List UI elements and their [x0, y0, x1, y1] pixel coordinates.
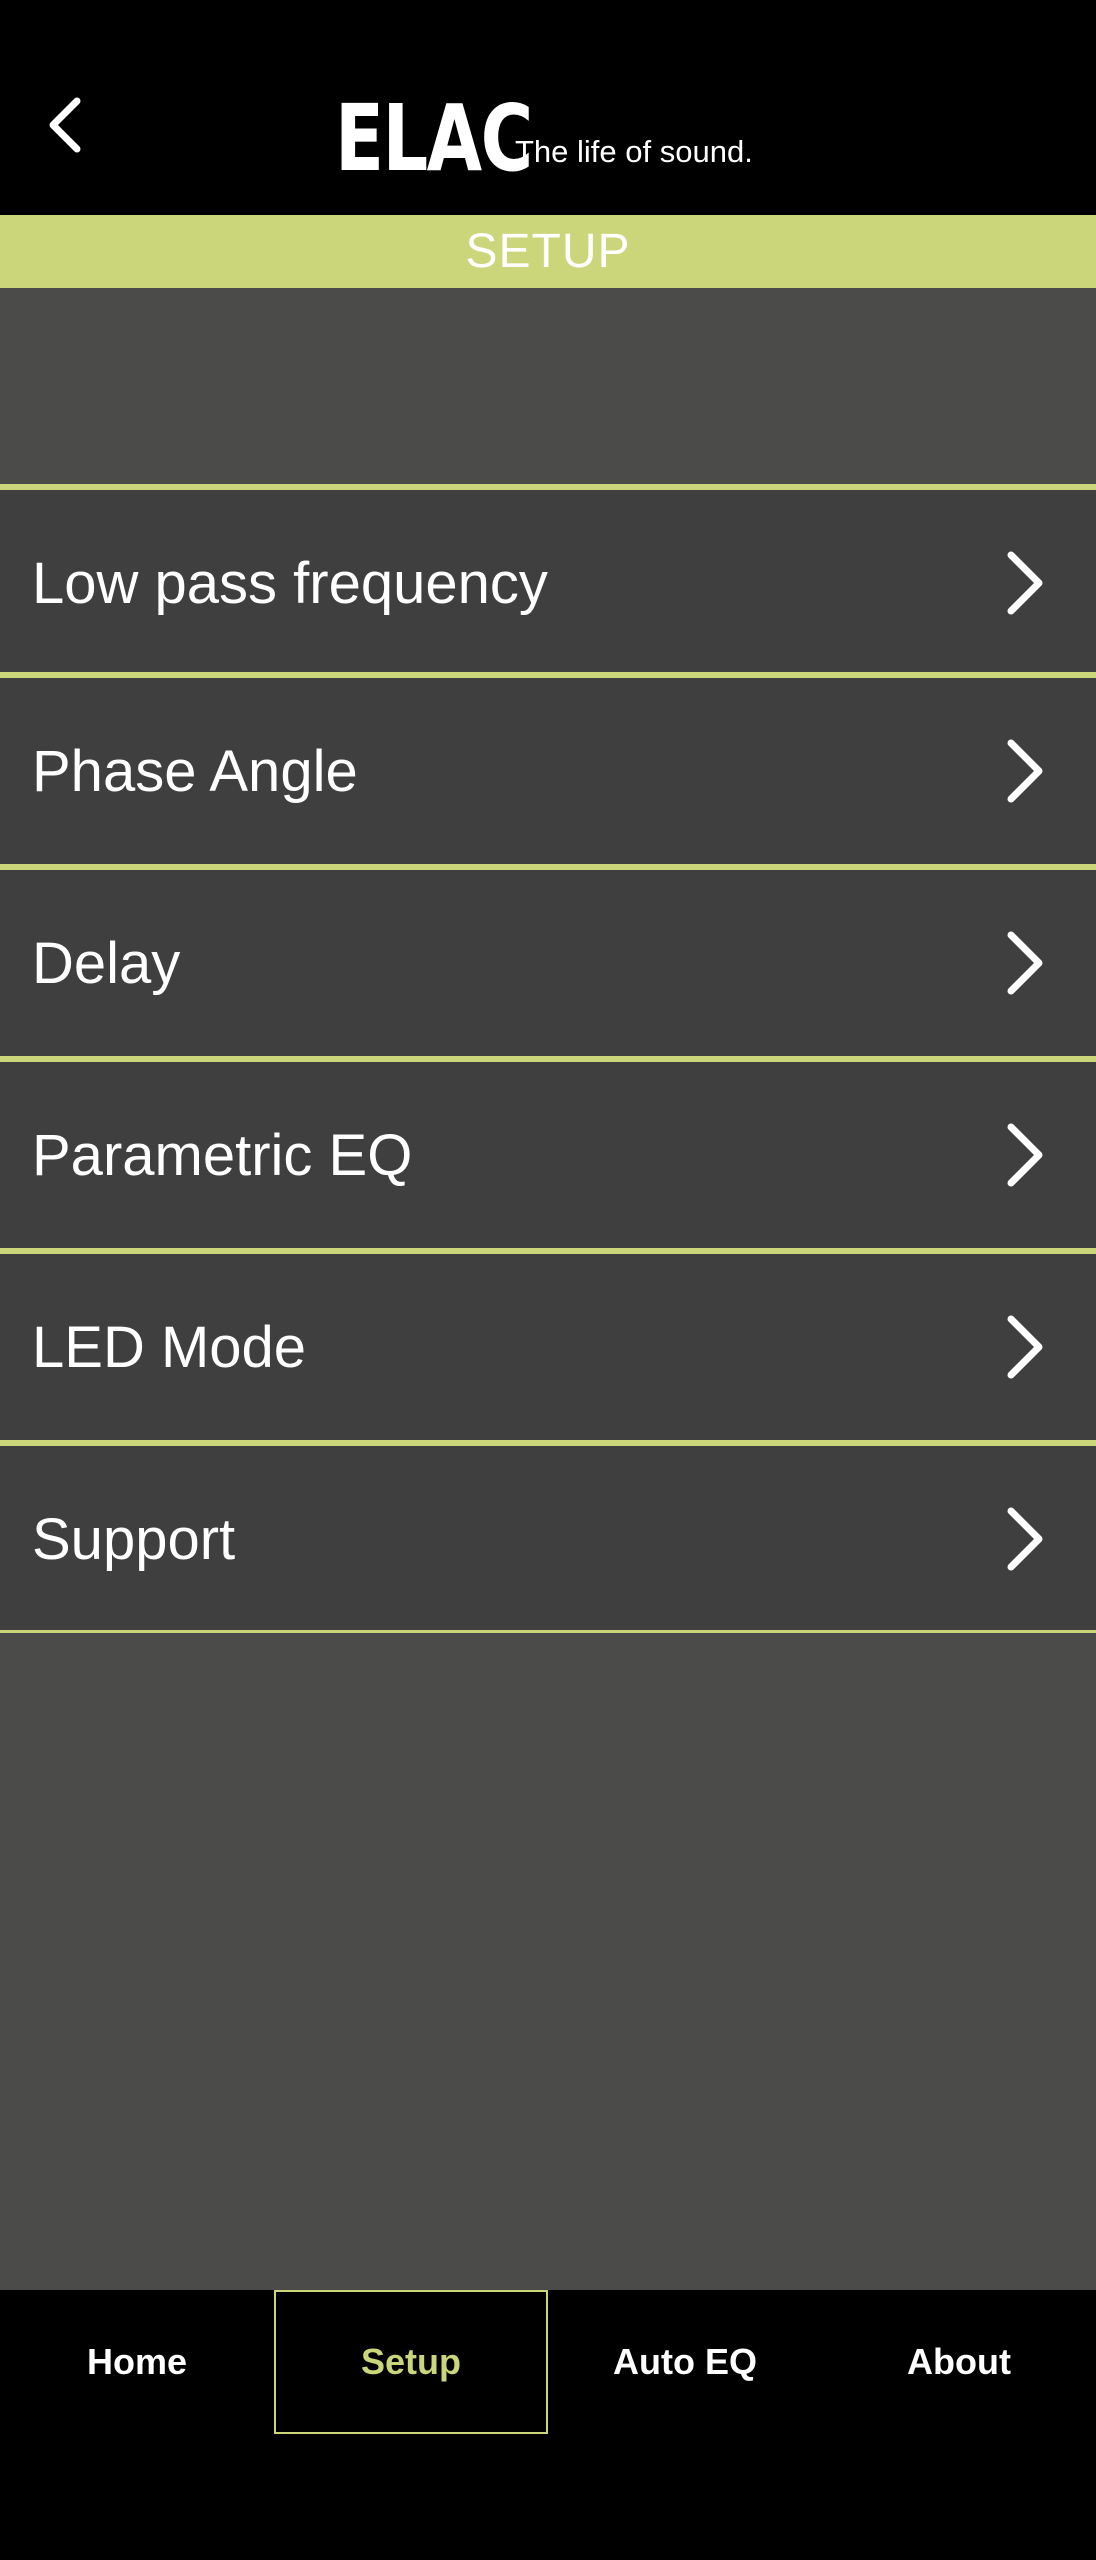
- menu-item-parametric-eq[interactable]: Parametric EQ: [0, 1062, 1096, 1248]
- spacer-area: [0, 288, 1096, 484]
- menu-bottom-divider: [0, 1630, 1096, 1633]
- menu-item-phase-angle[interactable]: Phase Angle: [0, 678, 1096, 864]
- menu-item-label: LED Mode: [32, 1314, 307, 1380]
- tab-home[interactable]: Home: [0, 2290, 274, 2434]
- page-title: SETUP: [465, 225, 631, 278]
- menu-item-label: Phase Angle: [32, 738, 358, 804]
- chevron-left-icon: [49, 97, 81, 153]
- chevron-right-icon: [1000, 1120, 1050, 1190]
- chevron-right-icon: [1000, 928, 1050, 998]
- menu-item-delay[interactable]: Delay: [0, 870, 1096, 1056]
- menu-item-low-pass-frequency[interactable]: Low pass frequency: [0, 490, 1096, 676]
- bottom-nav: Home Setup Auto EQ About: [0, 2290, 1096, 2560]
- menu-item-label: Parametric EQ: [32, 1122, 413, 1188]
- menu-item-label: Low pass frequency: [32, 550, 548, 616]
- chevron-right-icon: [1000, 736, 1050, 806]
- menu-item-label: Support: [32, 1506, 236, 1572]
- menu-item-led-mode[interactable]: LED Mode: [0, 1254, 1096, 1440]
- top-bar: ELAC The life of sound.: [0, 0, 1096, 215]
- tab-auto-eq[interactable]: Auto EQ: [548, 2290, 822, 2434]
- menu-item-label: Delay: [32, 930, 181, 996]
- chevron-right-icon: [1000, 1504, 1050, 1574]
- back-button[interactable]: [30, 85, 100, 165]
- section-header: SETUP: [0, 215, 1096, 288]
- chevron-right-icon: [1000, 548, 1050, 618]
- logo-tagline: The life of sound.: [515, 134, 753, 169]
- chevron-right-icon: [1000, 1312, 1050, 1382]
- elac-logo: ELAC The life of sound.: [335, 85, 753, 192]
- tab-about[interactable]: About: [822, 2290, 1096, 2434]
- menu-item-support[interactable]: Support: [0, 1446, 1096, 1632]
- logo-wordmark: ELAC: [335, 85, 533, 192]
- tab-setup[interactable]: Setup: [274, 2290, 548, 2434]
